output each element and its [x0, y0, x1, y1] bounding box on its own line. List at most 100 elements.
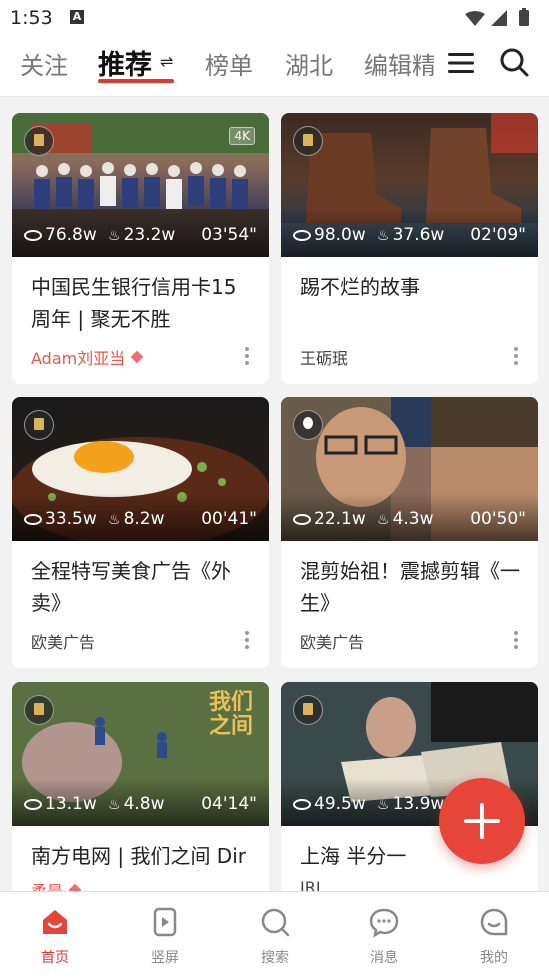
- flame-icon: ♨: [108, 512, 121, 528]
- crown-badge-icon: [24, 695, 54, 725]
- video-stats: 13.1w ♨ 4.8w 04'14": [24, 794, 257, 816]
- duration: 00'41": [201, 509, 257, 529]
- flame-icon: ♨: [377, 228, 390, 244]
- lightbulb-badge-icon: [293, 410, 323, 440]
- eye-icon: [24, 230, 42, 241]
- video-stats: 98.0w ♨ 37.6w 02'09": [293, 225, 526, 247]
- more-options-icon[interactable]: [245, 347, 249, 365]
- video-card[interactable]: 33.5w ♨ 8.2w 00'41" 全程特写美食广告《外卖》 欧美广告: [12, 397, 269, 668]
- like-count: 4.3w: [392, 509, 434, 529]
- bottom-navigation: 首页 竖屏 搜索 消息 我的: [0, 891, 549, 978]
- like-count: 13.9w: [392, 794, 445, 814]
- home-icon: [43, 910, 67, 934]
- video-thumbnail[interactable]: 4K 76.8w ♨ 23.2w 03'54": [12, 113, 269, 257]
- view-count: 22.1w: [314, 509, 366, 529]
- video-title[interactable]: 踢不烂的故事: [300, 271, 525, 303]
- tab-recommend[interactable]: 推荐: [98, 43, 152, 82]
- nav-search-label: 搜索: [261, 950, 289, 966]
- nav-vertical[interactable]: 竖屏: [115, 892, 215, 978]
- eye-icon: [24, 514, 42, 525]
- flame-icon: ♨: [108, 797, 121, 813]
- swap-icon[interactable]: ⇌: [160, 52, 173, 71]
- nav-messages-label: 消息: [370, 950, 398, 966]
- nav-profile[interactable]: 我的: [444, 892, 544, 978]
- status-time: 1:53: [10, 7, 53, 29]
- author-label: 柔是: [31, 882, 63, 891]
- search-icon[interactable]: [498, 46, 530, 78]
- video-title[interactable]: 全程特写美食广告《外卖》: [31, 555, 256, 619]
- video-thumbnail[interactable]: 22.1w ♨ 4.3w 00'50": [281, 397, 538, 541]
- view-count: 49.5w: [314, 794, 366, 814]
- tab-follow[interactable]: 关注: [20, 46, 68, 81]
- quality-badge: 4K: [229, 127, 255, 145]
- message-icon: [369, 908, 399, 938]
- video-thumbnail[interactable]: 我们之间 13.1w ♨ 4.8w 04'14": [12, 682, 269, 826]
- more-options-icon[interactable]: [245, 631, 249, 649]
- system-status-icons: [465, 8, 529, 26]
- gem-icon: [68, 883, 82, 891]
- author-name[interactable]: 王砺珉: [300, 345, 348, 369]
- video-title[interactable]: 中国民生银行信用卡15周年 | 聚无不胜: [31, 271, 256, 335]
- nav-home[interactable]: 首页: [5, 892, 105, 978]
- video-stats: 76.8w ♨ 23.2w 03'54": [24, 225, 257, 247]
- menu-icon[interactable]: [446, 50, 476, 76]
- gem-icon: [130, 350, 144, 364]
- author-name[interactable]: Adam刘亚当: [31, 345, 144, 369]
- crown-badge-icon: [24, 126, 54, 156]
- author-name[interactable]: JRL: [300, 878, 325, 891]
- status-bar: 1:53 A: [0, 0, 549, 34]
- thumbnail-calligraphy: 我们之间: [209, 689, 254, 739]
- more-options-icon[interactable]: [514, 631, 518, 649]
- top-navigation: 关注 推荐 ⇌ 榜单 湖北 编辑精: [0, 34, 549, 97]
- duration: 04'14": [201, 794, 257, 814]
- tab-hubei[interactable]: 湖北: [285, 46, 333, 81]
- video-card[interactable]: 98.0w ♨ 37.6w 02'09" 踢不烂的故事 王砺珉: [281, 113, 538, 384]
- tab-editors-pick[interactable]: 编辑精: [364, 46, 434, 81]
- nav-home-label: 首页: [41, 950, 69, 966]
- video-thumbnail[interactable]: 98.0w ♨ 37.6w 02'09": [281, 113, 538, 257]
- flame-icon: ♨: [108, 228, 121, 244]
- flame-icon: ♨: [377, 797, 390, 813]
- author-name[interactable]: 欧美广告: [31, 629, 95, 653]
- author-name[interactable]: 柔是: [31, 878, 82, 891]
- nav-search[interactable]: 搜索: [225, 892, 325, 978]
- eye-icon: [293, 514, 311, 525]
- crown-badge-icon: [293, 695, 323, 725]
- video-thumbnail[interactable]: 33.5w ♨ 8.2w 00'41": [12, 397, 269, 541]
- eye-icon: [293, 230, 311, 241]
- video-card[interactable]: 我们之间 13.1w ♨ 4.8w 04'14" 南方电网 | 我们之间 Dir …: [12, 682, 269, 891]
- author-label: Adam刘亚当: [31, 349, 126, 368]
- profile-icon: [480, 908, 508, 936]
- video-stats: 22.1w ♨ 4.3w 00'50": [293, 509, 526, 531]
- video-title[interactable]: 混剪始祖！震撼剪辑《一生》: [300, 555, 525, 619]
- like-count: 8.2w: [123, 509, 165, 529]
- nav-messages[interactable]: 消息: [334, 892, 434, 978]
- duration: 03'54": [201, 225, 257, 245]
- duration: 00'50": [470, 509, 526, 529]
- view-count: 13.1w: [45, 794, 97, 814]
- nav-profile-label: 我的: [480, 950, 508, 966]
- like-count: 23.2w: [123, 225, 176, 245]
- video-title[interactable]: 南方电网 | 我们之间 Dir: [31, 840, 261, 872]
- video-card[interactable]: 22.1w ♨ 4.3w 00'50" 混剪始祖！震撼剪辑《一生》 欧美广告: [281, 397, 538, 668]
- author-name[interactable]: 欧美广告: [300, 629, 364, 653]
- active-tab-indicator: [98, 79, 174, 83]
- search-icon: [261, 908, 290, 937]
- tab-rankings[interactable]: 榜单: [205, 46, 253, 81]
- crown-badge-icon: [24, 410, 54, 440]
- create-post-button[interactable]: [439, 778, 525, 864]
- nav-vertical-label: 竖屏: [151, 950, 179, 966]
- duration: 02'09": [470, 225, 526, 245]
- vertical-play-icon: [153, 907, 177, 937]
- crown-badge-icon: [293, 126, 323, 156]
- notification-icon: A: [70, 10, 84, 24]
- view-count: 33.5w: [45, 509, 97, 529]
- like-count: 4.8w: [123, 794, 165, 814]
- eye-icon: [24, 799, 42, 810]
- view-count: 76.8w: [45, 225, 97, 245]
- eye-icon: [293, 799, 311, 810]
- video-stats: 33.5w ♨ 8.2w 00'41": [24, 509, 257, 531]
- more-options-icon[interactable]: [514, 347, 518, 365]
- video-feed: 4K 76.8w ♨ 23.2w 03'54" 中国民生银行信用卡15周年 | 聚…: [0, 97, 549, 891]
- video-card[interactable]: 4K 76.8w ♨ 23.2w 03'54" 中国民生银行信用卡15周年 | 聚…: [12, 113, 269, 384]
